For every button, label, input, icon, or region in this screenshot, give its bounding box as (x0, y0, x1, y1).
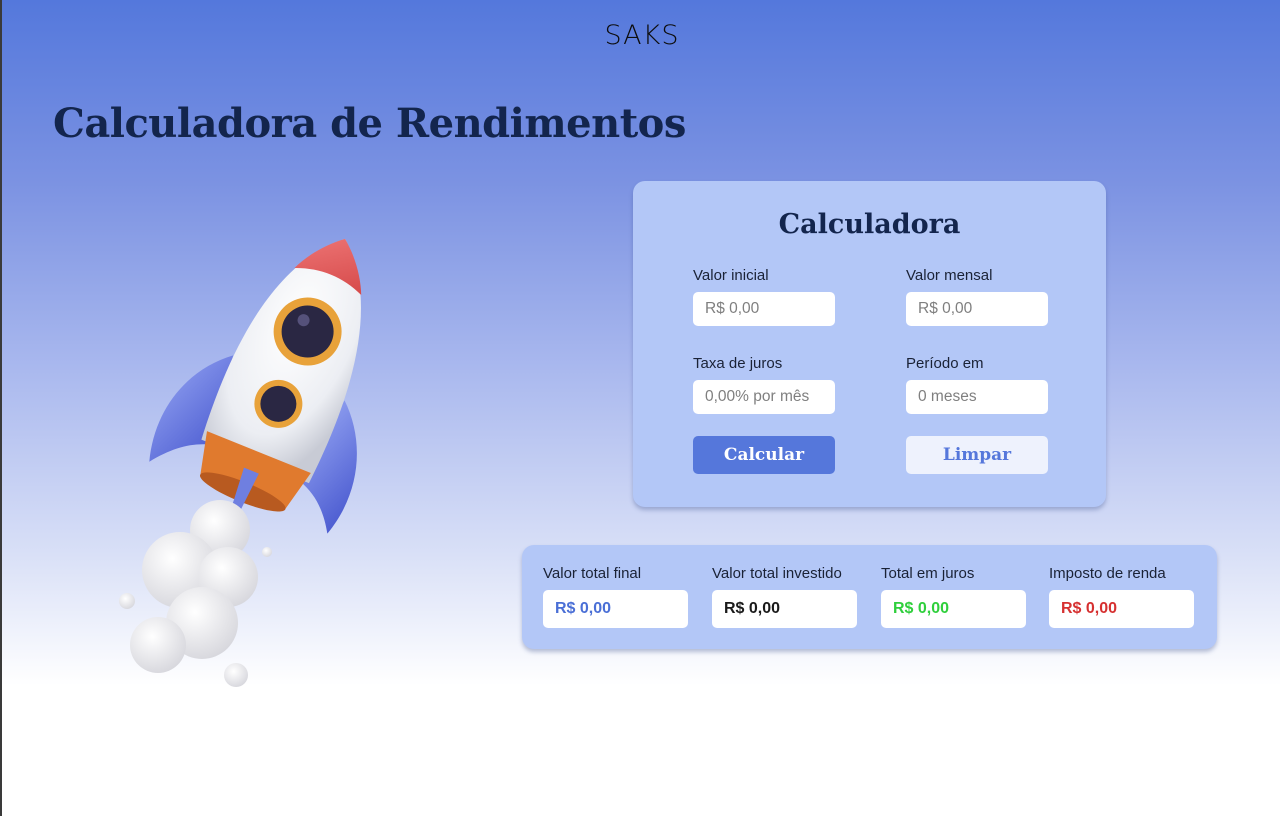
period-input[interactable]: 0 meses (906, 380, 1048, 414)
calculator-title: Calculadora (778, 209, 961, 240)
period-label: Período em (906, 355, 984, 372)
income-tax-label: Imposto de renda (1049, 565, 1166, 582)
income-tax-value: R$ 0,00 (1049, 590, 1194, 628)
interest-total-label: Total em juros (881, 565, 975, 582)
calculator-card: Calculadora Valor inicial R$ 0,00 Valor … (633, 181, 1106, 507)
results-card: Valor total final R$ 0,00 Valor total in… (522, 545, 1217, 649)
page-title: Calculadora de Rendimentos (53, 100, 686, 147)
invested-total-value: R$ 0,00 (712, 590, 857, 628)
initial-value-input[interactable]: R$ 0,00 (693, 292, 835, 326)
rocket-icon (119, 238, 362, 687)
clear-button[interactable]: Limpar (906, 436, 1048, 474)
brand-logo: SAKS (604, 20, 680, 51)
interest-rate-label: Taxa de juros (693, 355, 783, 372)
interest-total-value: R$ 0,00 (881, 590, 1026, 628)
initial-value-label: Valor inicial (693, 267, 769, 284)
monthly-value-label: Valor mensal (906, 267, 993, 284)
interest-rate-input[interactable]: 0,00% por mês (693, 380, 835, 414)
final-total-label: Valor total final (543, 565, 642, 582)
final-total-value: R$ 0,00 (543, 590, 688, 628)
monthly-value-input[interactable]: R$ 0,00 (906, 292, 1048, 326)
calculate-button[interactable]: Calcular (693, 436, 835, 474)
invested-total-label: Valor total investido (712, 565, 842, 582)
